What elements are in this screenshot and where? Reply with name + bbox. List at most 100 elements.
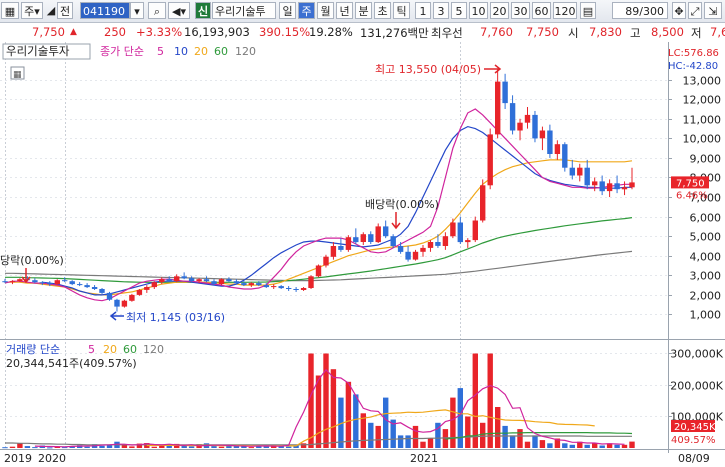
x-label-2020: 2020 xyxy=(38,452,66,465)
volume-bar xyxy=(420,441,426,448)
candle-body xyxy=(614,183,620,190)
low-label: 저 xyxy=(691,26,702,40)
volume-ma-5: 5 xyxy=(88,343,95,356)
candle-body xyxy=(539,130,546,139)
volume-bar xyxy=(188,446,195,448)
code-dropdown-icon[interactable]: ▾ xyxy=(130,2,144,19)
hc-label: HC:-42.80 xyxy=(668,61,718,72)
volume-bar xyxy=(383,397,389,448)
candle-body xyxy=(248,283,254,286)
candle xyxy=(129,293,135,302)
interval-button[interactable]: 1 xyxy=(415,2,431,19)
interval-button[interactable]: 120 xyxy=(553,2,577,19)
y-tick-label: 11,000 xyxy=(683,114,722,127)
stock-chart[interactable]: 1,0002,0003,0004,0005,0006,0007,0008,000… xyxy=(0,42,725,467)
interval-button[interactable]: 10 xyxy=(469,2,488,19)
candle-body xyxy=(532,114,538,139)
volume-bar xyxy=(405,435,411,448)
volume-bar xyxy=(450,397,456,448)
triangle-icon: ◢ xyxy=(46,4,56,17)
y-tick-label: 6,000 xyxy=(690,212,722,225)
interval-button[interactable]: 30 xyxy=(511,2,530,19)
candle-body xyxy=(211,281,217,285)
volume-y-tick-label: 200,000K xyxy=(670,380,723,393)
tab-second[interactable]: 초 xyxy=(374,2,391,19)
candle-body xyxy=(338,246,344,250)
ma-legend-prefix: 종가 단순 xyxy=(100,45,144,58)
interval-button[interactable]: 3 xyxy=(433,2,449,19)
volume-bar xyxy=(621,444,628,448)
candle-body xyxy=(345,237,352,250)
speaker-icon[interactable]: ◀▾ xyxy=(168,2,190,19)
candle xyxy=(106,291,113,301)
volume-y-tick-label: 300,000K xyxy=(670,348,723,361)
volume-bar xyxy=(502,425,508,448)
menu-icon[interactable]: ▤ xyxy=(580,2,596,19)
stock-name-label: 우리기술투자 xyxy=(6,44,70,58)
chart-background xyxy=(0,42,725,467)
candle-body xyxy=(554,144,561,154)
volume-bar xyxy=(584,444,590,448)
page-counter: 89/300 xyxy=(612,2,668,19)
volume-bar xyxy=(592,443,598,448)
candle-body xyxy=(233,281,240,284)
candle-body xyxy=(300,288,307,290)
up-arrow-icon: ▲ xyxy=(70,27,77,37)
svg-text:▦: ▦ xyxy=(13,70,22,80)
candle-body xyxy=(450,222,456,237)
candle-body xyxy=(487,134,493,186)
move-icon[interactable]: ✥ xyxy=(672,2,686,19)
ma-legend-60: 60 xyxy=(214,45,228,58)
volume-pct-tag: 409.57% xyxy=(671,435,716,446)
tab-minute[interactable]: 분 xyxy=(355,2,372,19)
candle xyxy=(136,289,143,296)
candle-body xyxy=(39,282,45,284)
candle-body xyxy=(465,240,471,243)
stock-name-field[interactable]: 우리기술투 xyxy=(212,2,276,19)
volume-bar xyxy=(397,435,404,448)
tab-day[interactable]: 일 xyxy=(279,2,296,19)
tab-week[interactable]: 주 xyxy=(298,2,315,19)
candle-body xyxy=(330,246,337,257)
volume-bar xyxy=(375,425,381,448)
tab-year[interactable]: 년 xyxy=(336,2,353,19)
search-icon[interactable]: ⌕ xyxy=(148,2,166,19)
low-price: 7,6 xyxy=(710,25,725,39)
grid-icon[interactable]: ▦ xyxy=(1,2,19,19)
volume-bar xyxy=(532,435,538,448)
expand-icon[interactable]: ⤢ xyxy=(688,2,702,19)
candle-body xyxy=(121,300,128,307)
interval-button[interactable]: 20 xyxy=(490,2,509,19)
best-ask-1: 7,760 xyxy=(480,25,513,39)
candle-body xyxy=(584,167,590,186)
candle-body xyxy=(278,286,284,289)
collapse-icon[interactable]: ⇲ xyxy=(704,2,722,19)
stock-code-input[interactable]: 041190 xyxy=(80,2,130,19)
volume-tag-text: 20,345K xyxy=(674,422,716,433)
interval-button[interactable]: 5 xyxy=(451,2,467,19)
candle-body xyxy=(547,130,553,154)
candle-body xyxy=(47,283,53,285)
prev-button[interactable]: 전 xyxy=(57,2,73,19)
volume-bar xyxy=(368,422,374,448)
volume-bar xyxy=(569,444,575,448)
candle-body xyxy=(54,280,60,285)
candle-body xyxy=(77,284,83,286)
candle-body xyxy=(84,285,90,288)
volume-bar xyxy=(286,446,292,448)
tab-month[interactable]: 월 xyxy=(317,2,334,19)
credit-badge: 신 xyxy=(195,2,211,19)
x-label-2019: 2019 xyxy=(4,452,32,465)
candle xyxy=(345,235,352,252)
candle-body xyxy=(69,281,75,285)
candle-body xyxy=(323,256,329,266)
market-select[interactable]: 주▾ xyxy=(21,2,43,19)
volume-bar xyxy=(84,446,90,448)
interval-button[interactable]: 60 xyxy=(532,2,551,19)
tab-tick[interactable]: 틱 xyxy=(393,2,410,19)
volume-ma-120: 120 xyxy=(143,343,164,356)
candle xyxy=(487,128,493,190)
volume-ma-20: 20 xyxy=(103,343,117,356)
candle xyxy=(315,264,322,278)
volume-bar xyxy=(524,441,531,448)
